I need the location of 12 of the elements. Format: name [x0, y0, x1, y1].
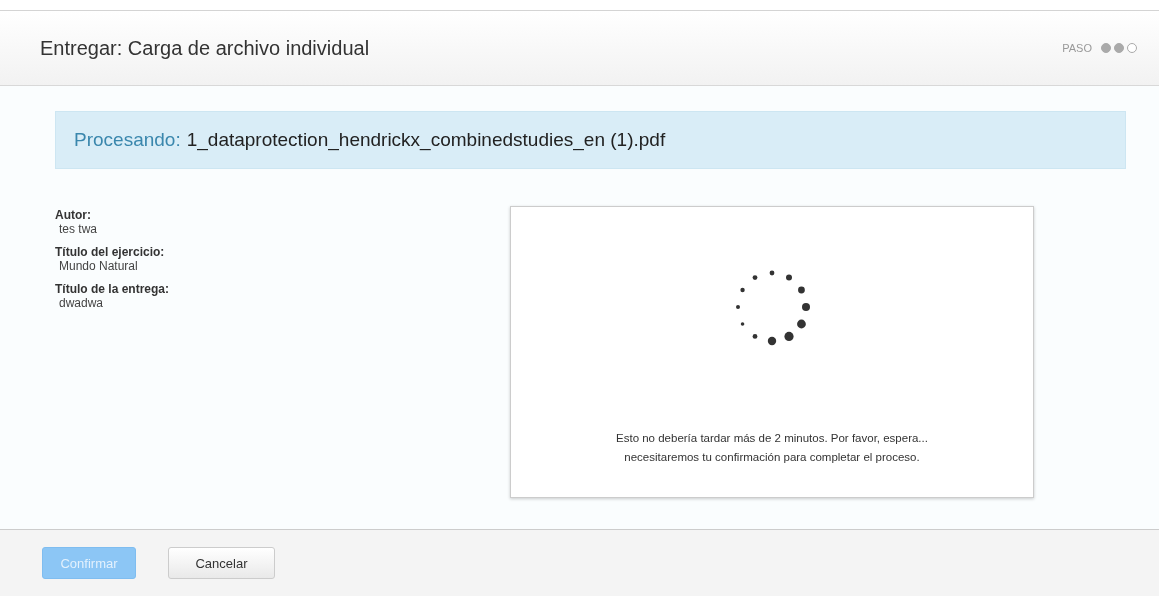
detail-value: Mundo Natural [58, 259, 139, 273]
detail-label: Autor: [55, 208, 92, 222]
detail-label: Título de la entrega: [55, 282, 170, 296]
banner-label: Procesando: [74, 129, 181, 151]
cancel-button[interactable]: Cancelar [168, 547, 275, 579]
step-label: PASO [1062, 42, 1092, 54]
detail-value: tes twa [58, 222, 98, 236]
detail-value: dwadwa [58, 296, 105, 310]
dialog-title: Entregar: Carga de archivo individual [40, 36, 370, 60]
detail-label: Título del ejercicio: [55, 245, 166, 259]
progress-message: Esto no debería tardar más de 2 minutos. Por favor, espera... necesitaremos tu confirmación para completar el proceso. [616, 431, 928, 465]
banner-filename: 1_dataprotection_hendrickx_combinedstudies_en (1).pdf [186, 129, 666, 151]
